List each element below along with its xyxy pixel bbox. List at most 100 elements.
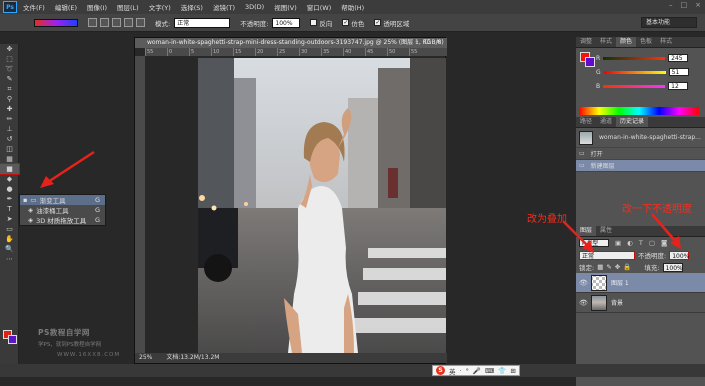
zoom-tool-icon[interactable]: 🔍 <box>0 244 19 254</box>
close-button[interactable]: × <box>695 1 701 9</box>
menu-file[interactable]: 文件(F) <box>23 2 45 12</box>
menu-image[interactable]: 图像(I) <box>87 2 107 12</box>
hand-tool-icon[interactable]: ✋ <box>0 234 19 244</box>
layer-opacity-input[interactable]: 100% <box>669 250 689 260</box>
blur-tool-icon[interactable]: ◆ <box>0 174 19 184</box>
layer-row-background[interactable]: 👁 背景 <box>576 293 705 313</box>
layer-kind-filter[interactable]: P 类型 <box>579 239 609 247</box>
radial-gradient-icon[interactable] <box>100 18 109 27</box>
more-tools-icon[interactable]: ⋯ <box>0 254 19 264</box>
visibility-eye-icon[interactable]: 👁 <box>579 279 588 287</box>
tab-styles[interactable]: 样式 <box>596 37 616 47</box>
doc-close-icon[interactable]: × <box>436 38 441 45</box>
transparency-checkbox[interactable]: ✓ 透明区域 <box>374 18 409 28</box>
menu-help[interactable]: 帮助(H) <box>341 2 364 12</box>
gradient-tool-icon[interactable]: ▦ <box>0 154 19 164</box>
red-value-input[interactable]: 245 <box>668 54 689 62</box>
lasso-tool-icon[interactable]: ➰ <box>0 64 19 74</box>
document-tab[interactable]: woman-in-white-spaghetti-strap-mini-dres… <box>135 38 447 48</box>
input-method-bar[interactable]: S 英 · ° 🎤 ⌨ 👕 ⊞ <box>432 365 520 376</box>
pixel-filter-icon[interactable]: ▣ <box>615 239 621 247</box>
opacity-input[interactable]: 100% <box>272 17 301 28</box>
menu-filter[interactable]: 滤镜(T) <box>213 2 235 12</box>
canvas-photo[interactable] <box>198 58 446 353</box>
blue-slider[interactable] <box>603 84 666 88</box>
eraser-tool-icon[interactable]: ◫ <box>0 144 19 154</box>
history-state-open[interactable]: ▭ 打开 <box>576 148 705 160</box>
menu-layer[interactable]: 图层(L) <box>117 2 139 12</box>
clone-stamp-tool-icon[interactable]: ⊥ <box>0 124 19 134</box>
tab-paths[interactable]: 路径 <box>576 117 596 127</box>
marquee-tool-icon[interactable]: ⬚ <box>0 54 19 64</box>
ime-language[interactable]: 英 <box>449 366 456 376</box>
ime-punctuation[interactable]: · <box>460 367 462 375</box>
diamond-gradient-icon[interactable] <box>136 18 145 27</box>
doc-maximize-icon[interactable]: □ <box>424 38 430 45</box>
tab-adjustments[interactable]: 调整 <box>576 37 596 47</box>
dodge-tool-icon[interactable]: ● <box>0 184 19 194</box>
tab-color[interactable]: 颜色 <box>616 37 637 47</box>
tab-properties[interactable]: 属性 <box>596 226 616 236</box>
linear-gradient-icon[interactable] <box>88 18 97 27</box>
history-brush-tool-icon[interactable]: ↺ <box>0 134 19 144</box>
zoom-level[interactable]: 25% <box>139 353 152 363</box>
minimize-button[interactable]: – <box>669 1 673 9</box>
shape-filter-icon[interactable]: ▢ <box>649 239 655 247</box>
type-filter-icon[interactable]: T <box>639 239 643 247</box>
lock-all-icon[interactable]: 🔒 <box>623 263 631 271</box>
menu-type[interactable]: 文字(Y) <box>149 2 171 12</box>
menu-window[interactable]: 窗口(W) <box>307 2 332 12</box>
menu-select[interactable]: 选择(S) <box>181 2 203 12</box>
angle-gradient-icon[interactable] <box>112 18 121 27</box>
flyout-item-paint-bucket[interactable]: ◈ 油漆桶工具 G <box>20 205 105 215</box>
brush-tool-icon[interactable]: ✏ <box>0 114 19 124</box>
menu-edit[interactable]: 编辑(E) <box>55 2 77 12</box>
tab-history[interactable]: 历史记录 <box>616 117 649 127</box>
pen-tool-icon[interactable]: ✒ <box>0 194 19 204</box>
tab-styles-2[interactable]: 样式 <box>656 37 676 47</box>
green-value-input[interactable]: 51 <box>668 68 689 76</box>
fill-input[interactable]: 100% <box>662 262 683 272</box>
move-tool-icon[interactable]: ✥ <box>0 44 19 54</box>
skin-icon[interactable]: 👕 <box>498 367 506 375</box>
doc-minimize-icon[interactable]: – <box>415 38 418 45</box>
flyout-item-3d-material[interactable]: ◈ 3D 材质拖放工具 G <box>20 215 105 225</box>
toolbox-icon[interactable]: ⊞ <box>510 367 515 375</box>
gradient-picker[interactable] <box>34 18 78 27</box>
background-color-swatch[interactable] <box>8 335 17 344</box>
reverse-checkbox[interactable]: 反向 <box>310 18 332 28</box>
shape-tool-icon[interactable]: ▭ <box>0 224 19 234</box>
crop-tool-icon[interactable]: ⌗ <box>0 84 19 94</box>
menu-view[interactable]: 视图(V) <box>274 2 297 12</box>
smart-object-filter-icon[interactable]: ◙ <box>661 239 667 247</box>
eyedropper-tool-icon[interactable]: ⚲ <box>0 94 19 104</box>
red-slider[interactable] <box>603 56 666 60</box>
color-panel-background-swatch[interactable] <box>585 57 595 67</box>
history-state-new-layer[interactable]: ▭ 新建图层 <box>576 160 705 172</box>
ime-fullwidth[interactable]: ° <box>466 367 469 375</box>
green-slider[interactable] <box>603 70 666 74</box>
path-select-tool-icon[interactable]: ➤ <box>0 214 19 224</box>
color-spectrum-bar[interactable] <box>579 107 699 115</box>
blue-value-input[interactable]: 12 <box>668 82 689 90</box>
tab-channels[interactable]: 通道 <box>596 117 616 127</box>
healing-tool-icon[interactable]: ✚ <box>0 104 19 114</box>
type-tool-icon[interactable]: T <box>0 204 19 214</box>
workspace-select[interactable]: 基本功能 <box>641 17 697 28</box>
keyboard-icon[interactable]: ⌨ <box>485 367 494 375</box>
dither-checkbox[interactable]: ✓ 仿色 <box>342 18 364 28</box>
menu-3d[interactable]: 3D(D) <box>245 3 264 11</box>
adjustment-filter-icon[interactable]: ◐ <box>627 239 633 247</box>
gradient-tool-active-icon[interactable]: ■ <box>0 163 20 175</box>
mode-select[interactable]: 正常 <box>174 17 231 28</box>
blend-mode-select[interactable]: 正常 <box>579 250 635 260</box>
history-snapshot[interactable]: woman-in-white-spaghetti-strap... <box>576 128 705 148</box>
quick-select-tool-icon[interactable]: ✎ <box>0 74 19 84</box>
flyout-item-gradient[interactable]: ▪ ▭ 渐变工具 G <box>20 195 105 205</box>
tab-swatches[interactable]: 色板 <box>636 37 656 47</box>
layer-row-layer-1[interactable]: 👁 图层 1 <box>576 273 705 293</box>
lock-transparency-icon[interactable]: ▦ <box>597 263 603 271</box>
lock-position-icon[interactable]: ✥ <box>615 263 620 271</box>
maximize-button[interactable]: □ <box>681 1 688 9</box>
visibility-eye-icon[interactable]: 👁 <box>579 299 588 307</box>
